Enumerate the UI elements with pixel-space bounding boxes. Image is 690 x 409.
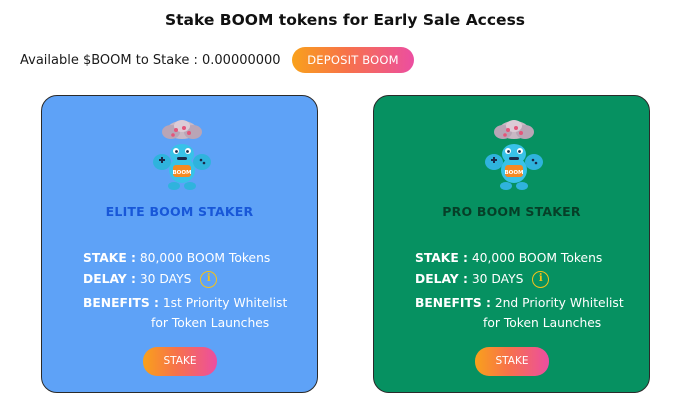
card-title: ELITE BOOM STAKER xyxy=(105,204,254,219)
benefits-row: BENEFITS : 1st Priority Whitelist xyxy=(83,296,287,310)
delay-label: DELAY : xyxy=(415,272,468,286)
stake-button[interactable]: STAKE xyxy=(143,347,217,376)
benefits-label: BENEFITS : xyxy=(415,296,491,310)
stake-value: 80,000 BOOM Tokens xyxy=(139,251,271,265)
delay-row: DELAY : 30 DAYS i xyxy=(83,271,218,288)
benefits-value-line2: for Token Launches xyxy=(151,316,270,330)
info-icon[interactable]: i xyxy=(532,271,550,288)
elite-staker-card: BOOM ELITE BOOM STAKER STAKE : 80,000 BO… xyxy=(41,95,318,393)
stake-value: 40,000 BOOM Tokens xyxy=(471,251,603,265)
delay-value: 30 DAYS xyxy=(139,272,192,286)
stake-label: STAKE : xyxy=(415,251,468,265)
mascot-shirt-text: BOOM xyxy=(504,170,523,176)
stake-row: STAKE : 40,000 BOOM Tokens xyxy=(415,251,602,265)
info-icon[interactable]: i xyxy=(200,271,218,288)
benefits-value-line1: 1st Priority Whitelist xyxy=(162,296,288,310)
card-title: PRO BOOM STAKER xyxy=(442,204,581,219)
delay-label: DELAY : xyxy=(83,272,136,286)
boom-mascot-icon: BOOM xyxy=(485,120,543,190)
benefits-value-line2: for Token Launches xyxy=(483,316,602,330)
stake-label: STAKE : xyxy=(83,251,136,265)
delay-value: 30 DAYS xyxy=(471,272,524,286)
benefits-row: BENEFITS : 2nd Priority Whitelist xyxy=(415,296,624,310)
mascot-shirt-text: BOOM xyxy=(172,170,191,176)
stake-row: STAKE : 80,000 BOOM Tokens xyxy=(83,251,270,265)
page-title: Stake BOOM tokens for Early Sale Access xyxy=(164,11,526,29)
delay-row: DELAY : 30 DAYS i xyxy=(415,271,550,288)
benefits-value-line1: 2nd Priority Whitelist xyxy=(494,296,624,310)
balance-value: 0.00000000 xyxy=(202,53,281,68)
deposit-boom-button[interactable]: DEPOSIT BOOM xyxy=(292,47,414,73)
balance-label: Available $BOOM to Stake : xyxy=(20,53,198,68)
boom-mascot-icon: BOOM xyxy=(153,120,211,190)
benefits-label: BENEFITS : xyxy=(83,296,159,310)
stake-button[interactable]: STAKE xyxy=(475,347,549,376)
pro-staker-card: BOOM PRO BOOM STAKER STAKE : 40,000 BOOM… xyxy=(373,95,650,393)
